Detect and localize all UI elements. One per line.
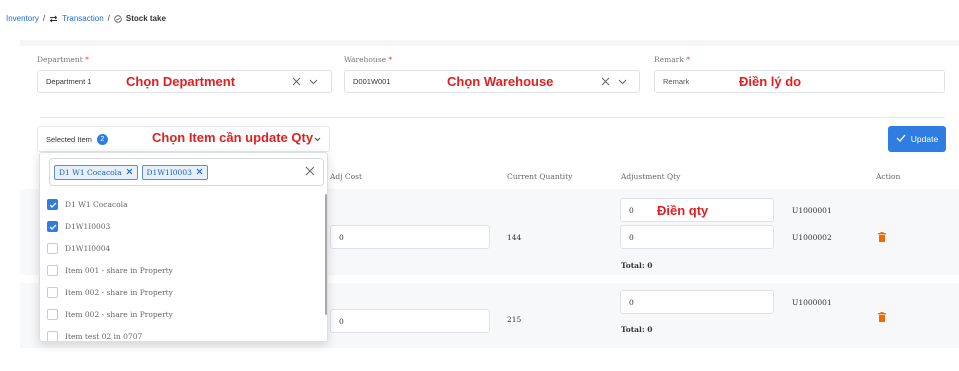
breadcrumb-separator: / xyxy=(107,14,110,23)
selected-tag: D1W1I0003 xyxy=(141,164,208,180)
checkbox[interactable] xyxy=(47,309,58,320)
unit-code: U1000002 xyxy=(792,233,832,242)
clear-all-icon[interactable] xyxy=(305,166,315,178)
delete-icon[interactable] xyxy=(878,232,886,244)
header-current-quantity: Current Quantity xyxy=(507,172,573,181)
warehouse-value: D001W001 xyxy=(353,77,391,86)
remark-placeholder: Remark xyxy=(663,77,690,86)
annotation-warehouse: Chọn Warehouse xyxy=(447,74,554,89)
remark-label: Remark * xyxy=(654,55,690,64)
warehouse-label: Warehouse * xyxy=(344,55,393,64)
current-quantity: 215 xyxy=(507,315,522,324)
annotation-qty: Điền qty xyxy=(657,203,709,218)
dropdown-option[interactable]: Item 002 - share in Property xyxy=(47,309,173,320)
update-button[interactable]: Update xyxy=(888,126,946,152)
chevron-down-icon[interactable] xyxy=(314,135,321,144)
dropdown-option[interactable]: Item 001 - share in Property xyxy=(47,265,173,276)
chevron-down-icon[interactable] xyxy=(309,78,318,87)
adjustment-qty-input[interactable]: 0 xyxy=(620,290,774,314)
chevron-down-icon[interactable] xyxy=(618,78,627,87)
header-adj-cost: Adj Cost xyxy=(330,172,363,181)
row-total: Total: 0 xyxy=(621,325,653,334)
item-dropdown-panel: D1 W1 Cocacola D1W1I0003 D1 W1 Cocacola … xyxy=(39,152,328,342)
breadcrumb-stock-take: Stock take xyxy=(125,14,166,23)
close-icon[interactable] xyxy=(126,168,133,177)
department-controls xyxy=(292,77,318,88)
header-action: Action xyxy=(876,172,901,181)
adj-cost-input[interactable]: 0 xyxy=(330,225,490,249)
warehouse-controls xyxy=(601,77,627,88)
annotation-remark: Điền lý do xyxy=(739,74,802,89)
selected-item-label: Selected Item xyxy=(46,134,92,144)
checkbox[interactable] xyxy=(47,243,58,254)
department-value: Department 1 xyxy=(46,77,92,86)
section-divider xyxy=(40,117,945,118)
breadcrumb-separator: / xyxy=(42,14,46,23)
annotation-selected-item: Chọn Item cần update Qty xyxy=(152,130,314,145)
breadcrumb: Inventory / Transaction / Stock take xyxy=(6,14,166,23)
check-circle-icon xyxy=(114,14,122,23)
transfer-icon xyxy=(49,15,58,23)
delete-icon[interactable] xyxy=(878,312,886,324)
dropdown-option[interactable]: D1W1I0003 xyxy=(47,221,110,232)
update-button-label: Update xyxy=(910,134,939,144)
check-icon xyxy=(896,134,906,144)
dropdown-option[interactable]: Item 002 - share in Property xyxy=(47,287,173,298)
selected-count-badge: 2 xyxy=(96,133,108,145)
adj-cost-input[interactable]: 0 xyxy=(330,309,490,333)
dropdown-option[interactable]: D1 W1 Cocacola xyxy=(47,199,128,210)
checkbox-checked[interactable] xyxy=(47,221,58,232)
breadcrumb-transaction[interactable]: Transaction xyxy=(62,14,104,23)
checkbox[interactable] xyxy=(47,265,58,276)
unit-code: U1000001 xyxy=(792,298,832,307)
selected-tag: D1 W1 Cocacola xyxy=(54,164,138,180)
dropdown-option[interactable]: D1W1I0004 xyxy=(47,243,110,254)
adjustment-qty-input[interactable]: 0 xyxy=(620,225,774,249)
current-quantity: 144 xyxy=(507,233,522,242)
checkbox-checked[interactable] xyxy=(47,199,58,210)
selected-tags-input[interactable]: D1 W1 Cocacola D1W1I0003 xyxy=(49,158,324,186)
header-separator-band xyxy=(20,40,959,46)
department-label: Department * xyxy=(37,55,89,64)
breadcrumb-inventory[interactable]: Inventory xyxy=(6,14,39,23)
unit-code: U1000001 xyxy=(792,206,832,215)
row-total: Total: 0 xyxy=(621,261,653,270)
dropdown-scrollbar[interactable] xyxy=(325,194,327,315)
close-icon[interactable] xyxy=(196,168,203,177)
checkbox[interactable] xyxy=(47,331,58,341)
annotation-department: Chọn Department xyxy=(126,74,236,89)
clear-icon[interactable] xyxy=(601,77,610,88)
dropdown-option[interactable]: Item test 02 in 0707 xyxy=(47,331,142,341)
checkbox[interactable] xyxy=(47,287,58,298)
clear-icon[interactable] xyxy=(292,77,301,88)
header-adjustment-qty: Adjustment Qty xyxy=(621,172,681,181)
